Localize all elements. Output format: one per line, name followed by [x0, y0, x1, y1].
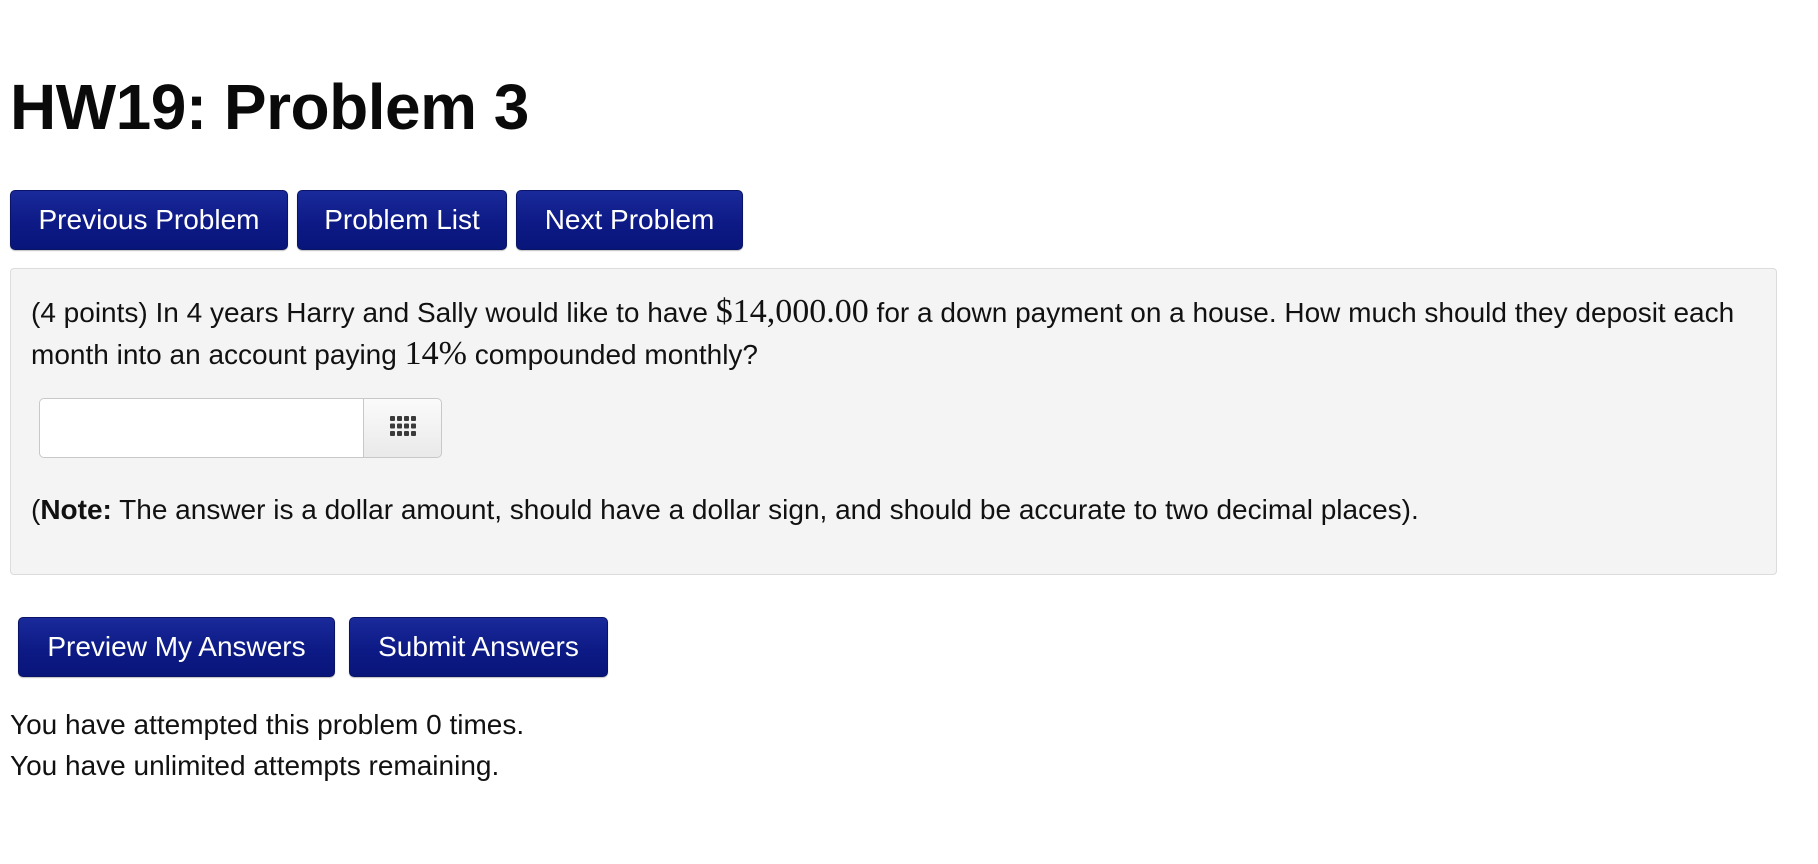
attempts-count-text: You have attempted this problem 0 times. [10, 709, 525, 740]
next-problem-button[interactable]: Next Problem [516, 190, 743, 250]
interest-rate: 14% [404, 335, 467, 372]
preview-answers-button[interactable]: Preview My Answers [18, 617, 335, 677]
grid-keypad-icon [389, 414, 417, 443]
note-body: The answer is a dollar amount, should ha… [111, 494, 1419, 525]
problem-page: HW19: Problem 3 Previous Problem Problem… [0, 0, 1818, 864]
equation-keypad-button[interactable] [363, 398, 442, 458]
previous-problem-button[interactable]: Previous Problem [10, 190, 288, 250]
problem-end: compounded monthly? [466, 339, 758, 370]
problem-navigation: Previous Problem Problem List Next Probl… [10, 190, 743, 250]
answer-note: (Note: The answer is a dollar amount, sh… [31, 489, 1419, 530]
answer-input-group [39, 398, 442, 458]
attempt-status: You have attempted this problem 0 times.… [10, 704, 524, 786]
note-open-paren: ( [31, 494, 41, 525]
answer-actions: Preview My Answers Submit Answers [18, 617, 608, 677]
answer-input[interactable] [39, 398, 363, 458]
attempts-remaining-text: You have unlimited attempts remaining. [10, 750, 500, 781]
page-title: HW19: Problem 3 [10, 71, 529, 143]
problem-statement: (4 points) In 4 years Harry and Sally wo… [31, 291, 1761, 375]
submit-answers-button[interactable]: Submit Answers [349, 617, 608, 677]
problem-list-button[interactable]: Problem List [297, 190, 507, 250]
problem-body: (4 points) In 4 years Harry and Sally wo… [10, 268, 1777, 575]
target-amount: $14,000.00 [715, 293, 869, 330]
note-label: Note: [40, 494, 112, 525]
problem-intro: (4 points) In 4 years Harry and Sally wo… [31, 297, 716, 328]
